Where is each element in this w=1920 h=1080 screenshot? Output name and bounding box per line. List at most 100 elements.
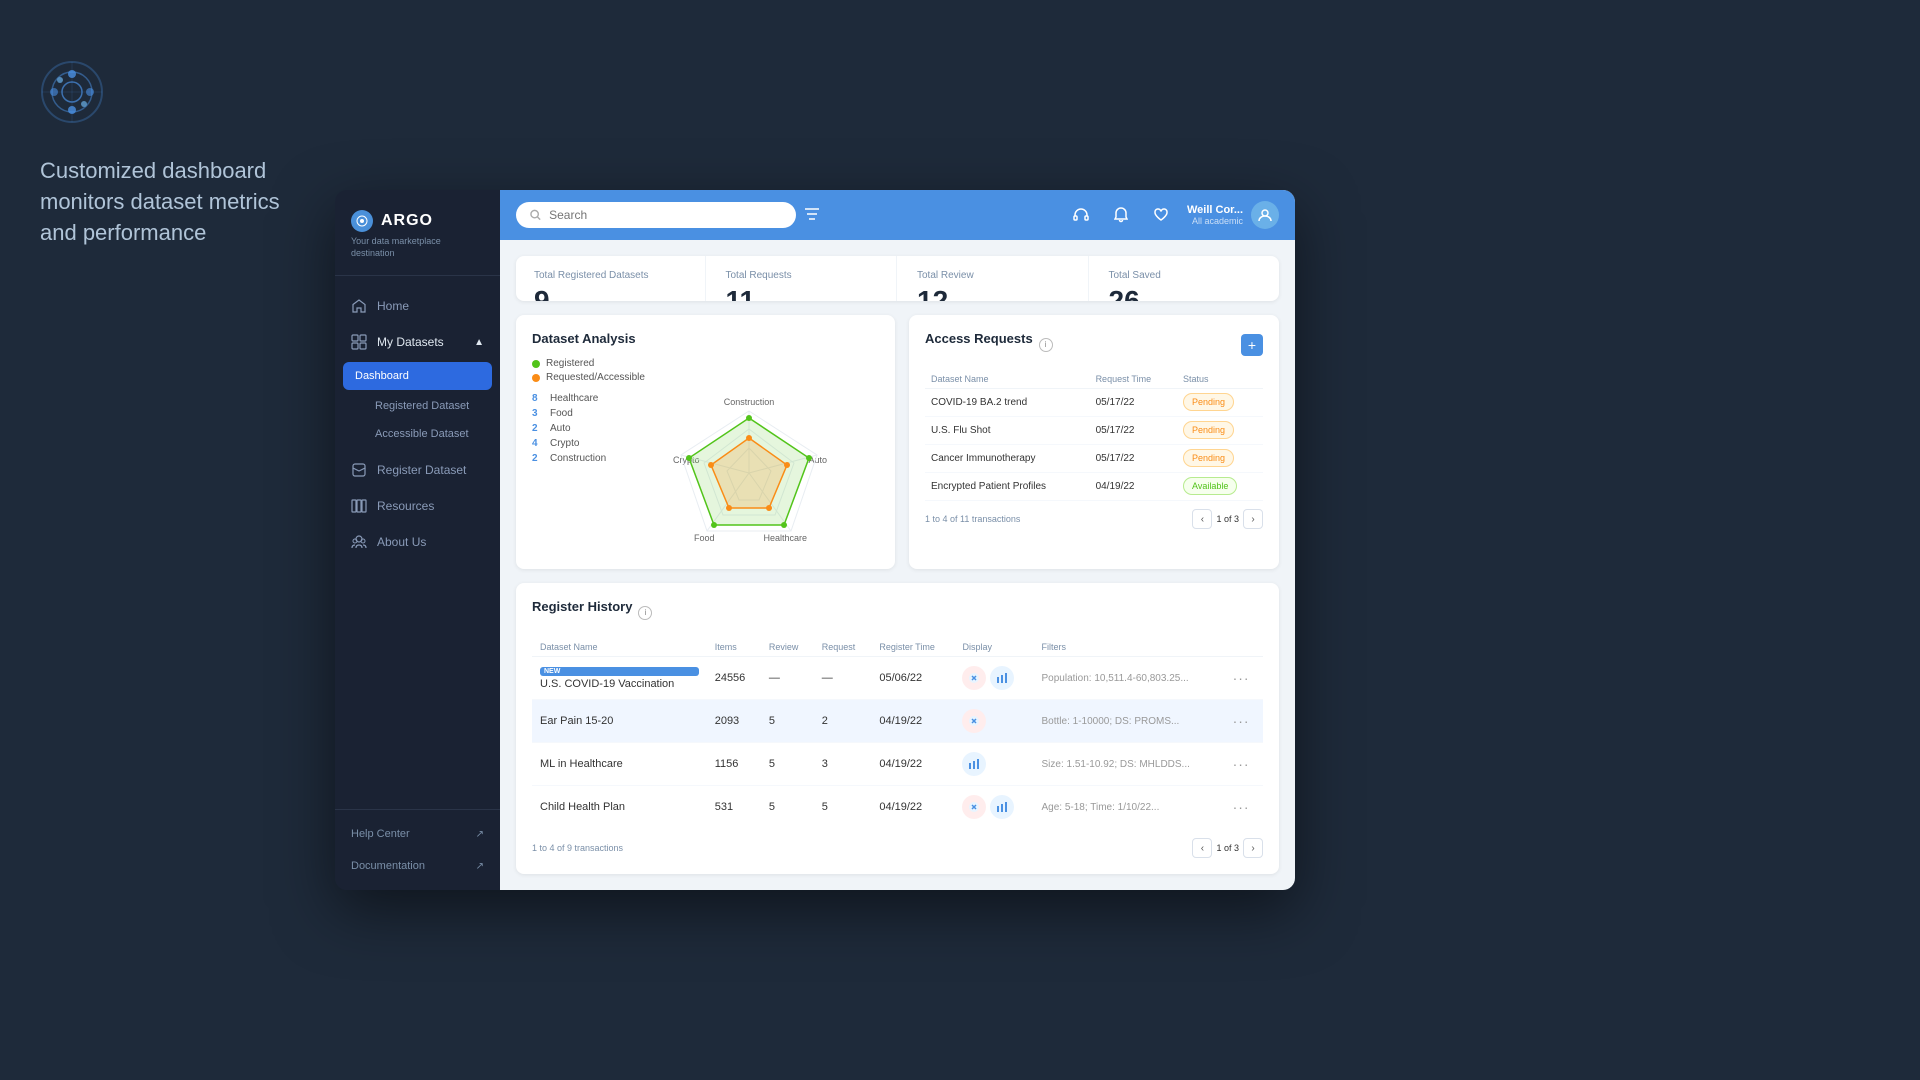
- stat-card-review: Total Review 12 ▲ +8 than last month: [899, 256, 1089, 301]
- history-row-4-name: Child Health Plan: [532, 786, 707, 829]
- registered-dataset-label: Registered Dataset: [375, 400, 469, 412]
- home-icon: [351, 298, 367, 314]
- status-badge: Pending: [1183, 421, 1234, 439]
- access-requests-add-button[interactable]: +: [1241, 334, 1263, 356]
- table-row: ML in Healthcare 1156 5 3 04/19/22: [532, 743, 1263, 786]
- topbar-user[interactable]: Weill Cor... All academic: [1187, 201, 1279, 229]
- legend-requested: Requested/Accessible: [532, 372, 879, 383]
- sidebar-item-register-dataset[interactable]: Register Dataset: [335, 452, 500, 488]
- history-row-1-time: 05/06/22: [871, 657, 954, 700]
- chart-icon[interactable]: [990, 666, 1014, 690]
- history-row-3-more[interactable]: ···: [1225, 743, 1263, 786]
- history-row-2-more[interactable]: ···: [1225, 700, 1263, 743]
- history-page-current: 1 of 3: [1216, 843, 1239, 853]
- search-input[interactable]: [549, 208, 782, 222]
- sidebar-item-home[interactable]: Home: [335, 288, 500, 324]
- history-row-4-items: 531: [707, 786, 761, 829]
- register-dataset-icon: [351, 462, 367, 478]
- history-next-button[interactable]: ›: [1243, 838, 1263, 858]
- history-row-2-items: 2093: [707, 700, 761, 743]
- access-row-3-time: 05/17/22: [1090, 445, 1177, 473]
- outer-container: Customized dashboard monitors dataset me…: [0, 0, 1920, 1080]
- access-pagination-info: 1 to 4 of 11 transactions: [925, 514, 1020, 524]
- topbar-bell-icon[interactable]: [1107, 201, 1135, 229]
- access-next-button[interactable]: ›: [1243, 509, 1263, 529]
- stat-card-requests: Total Requests 11 ▼ -3 than last month: [708, 256, 898, 301]
- history-row-1-filters: Population: 10,511.4-60,803.25...: [1034, 657, 1225, 700]
- map-cross-icon[interactable]: [962, 666, 986, 690]
- history-pagination-btns: ‹ 1 of 3 ›: [1192, 838, 1263, 858]
- history-row-1-review: —: [761, 657, 814, 700]
- sidebar-item-dashboard[interactable]: Dashboard: [343, 362, 492, 390]
- table-row: Cancer Immunotherapy 05/17/22 Pending: [925, 445, 1263, 473]
- sidebar-item-about-us[interactable]: About Us: [335, 524, 500, 560]
- filter-button[interactable]: [796, 203, 828, 228]
- my-datasets-label: My Datasets: [377, 335, 444, 349]
- history-row-1-display: [954, 657, 1033, 700]
- access-row-3-name: Cancer Immunotherapy: [925, 445, 1090, 473]
- topbar-headphones-icon[interactable]: [1067, 201, 1095, 229]
- home-label: Home: [377, 299, 409, 313]
- history-row-3-request: 3: [814, 743, 872, 786]
- my-datasets-chevron: ▲: [474, 337, 484, 348]
- history-row-4-more[interactable]: ···: [1225, 786, 1263, 829]
- access-requests-info-icon[interactable]: i: [1039, 338, 1053, 352]
- stat-value-review: 12: [917, 285, 1070, 301]
- stats-row: Total Registered Datasets 9 ▲ +2 than la…: [516, 256, 1279, 301]
- search-box[interactable]: [516, 202, 796, 228]
- sidebar-item-my-datasets[interactable]: My Datasets ▲: [335, 324, 500, 360]
- table-row: NEW U.S. COVID-19 Vaccination 24556 — — …: [532, 657, 1263, 700]
- status-badge: Pending: [1183, 449, 1234, 467]
- search-icon: [530, 209, 541, 221]
- access-row-2-status: Pending: [1177, 417, 1263, 445]
- topbar-user-info: Weill Cor... All academic: [1187, 204, 1243, 226]
- history-row-4-request: 5: [814, 786, 872, 829]
- sidebar-item-documentation[interactable]: Documentation ↗: [335, 850, 500, 882]
- dashboard-label: Dashboard: [355, 370, 409, 382]
- category-auto: 2 Auto: [532, 423, 606, 434]
- stat-label-saved: Total Saved: [1109, 270, 1262, 281]
- argo-logo-icon: [351, 210, 373, 232]
- access-row-3-status: Pending: [1177, 445, 1263, 473]
- middle-row: Dataset Analysis Registered Requested/Ac…: [516, 315, 1279, 569]
- main-content: Weill Cor... All academic: [500, 190, 1295, 890]
- access-prev-button[interactable]: ‹: [1192, 509, 1212, 529]
- history-row-1-more[interactable]: ···: [1225, 657, 1263, 700]
- sidebar-item-resources[interactable]: Resources: [335, 488, 500, 524]
- access-requests-title: Access Requests: [925, 331, 1033, 346]
- stat-label-requests: Total Requests: [726, 270, 879, 281]
- sidebar-item-registered-dataset[interactable]: Registered Dataset: [335, 392, 500, 420]
- history-col-review: Review: [761, 638, 814, 657]
- access-row-4-time: 04/19/22: [1090, 473, 1177, 501]
- history-row-2-name: Ear Pain 15-20: [532, 700, 707, 743]
- branding-panel: Customized dashboard monitors dataset me…: [0, 0, 335, 1080]
- about-us-icon: [351, 534, 367, 550]
- register-history-info-icon[interactable]: i: [638, 606, 652, 620]
- history-row-3-items: 1156: [707, 743, 761, 786]
- sidebar-item-accessible-dataset[interactable]: Accessible Dataset: [335, 420, 500, 448]
- map-cross-icon[interactable]: [962, 709, 986, 733]
- chart-icon[interactable]: [990, 795, 1014, 819]
- chart-icon[interactable]: [962, 752, 986, 776]
- analysis-left: 8 Healthcare 3 Food 2 Au: [532, 393, 606, 553]
- table-row: U.S. Flu Shot 05/17/22 Pending: [925, 417, 1263, 445]
- map-cross-icon[interactable]: [962, 795, 986, 819]
- history-row-2-display: [954, 700, 1033, 743]
- access-col-status: Status: [1177, 370, 1263, 389]
- history-col-items: Items: [707, 638, 761, 657]
- status-badge: Pending: [1183, 393, 1234, 411]
- legend-registered: Registered: [532, 358, 879, 369]
- sidebar-nav: Home My Datasets ▲ Dashboard: [335, 276, 500, 809]
- my-datasets-icon: [351, 334, 367, 350]
- history-row-2-review: 5: [761, 700, 814, 743]
- sidebar: ARGO Your data marketplace destination H…: [335, 190, 500, 890]
- history-row-3-time: 04/19/22: [871, 743, 954, 786]
- resources-icon: [351, 498, 367, 514]
- legend-dot-registered: [532, 360, 540, 368]
- topbar-heart-icon[interactable]: [1147, 201, 1175, 229]
- access-row-1-name: COVID-19 BA.2 trend: [925, 389, 1090, 417]
- history-prev-button[interactable]: ‹: [1192, 838, 1212, 858]
- access-pagination-btns: ‹ 1 of 3 ›: [1192, 509, 1263, 529]
- sidebar-item-help-center[interactable]: Help Center ↗: [335, 818, 500, 850]
- history-row-4-review: 5: [761, 786, 814, 829]
